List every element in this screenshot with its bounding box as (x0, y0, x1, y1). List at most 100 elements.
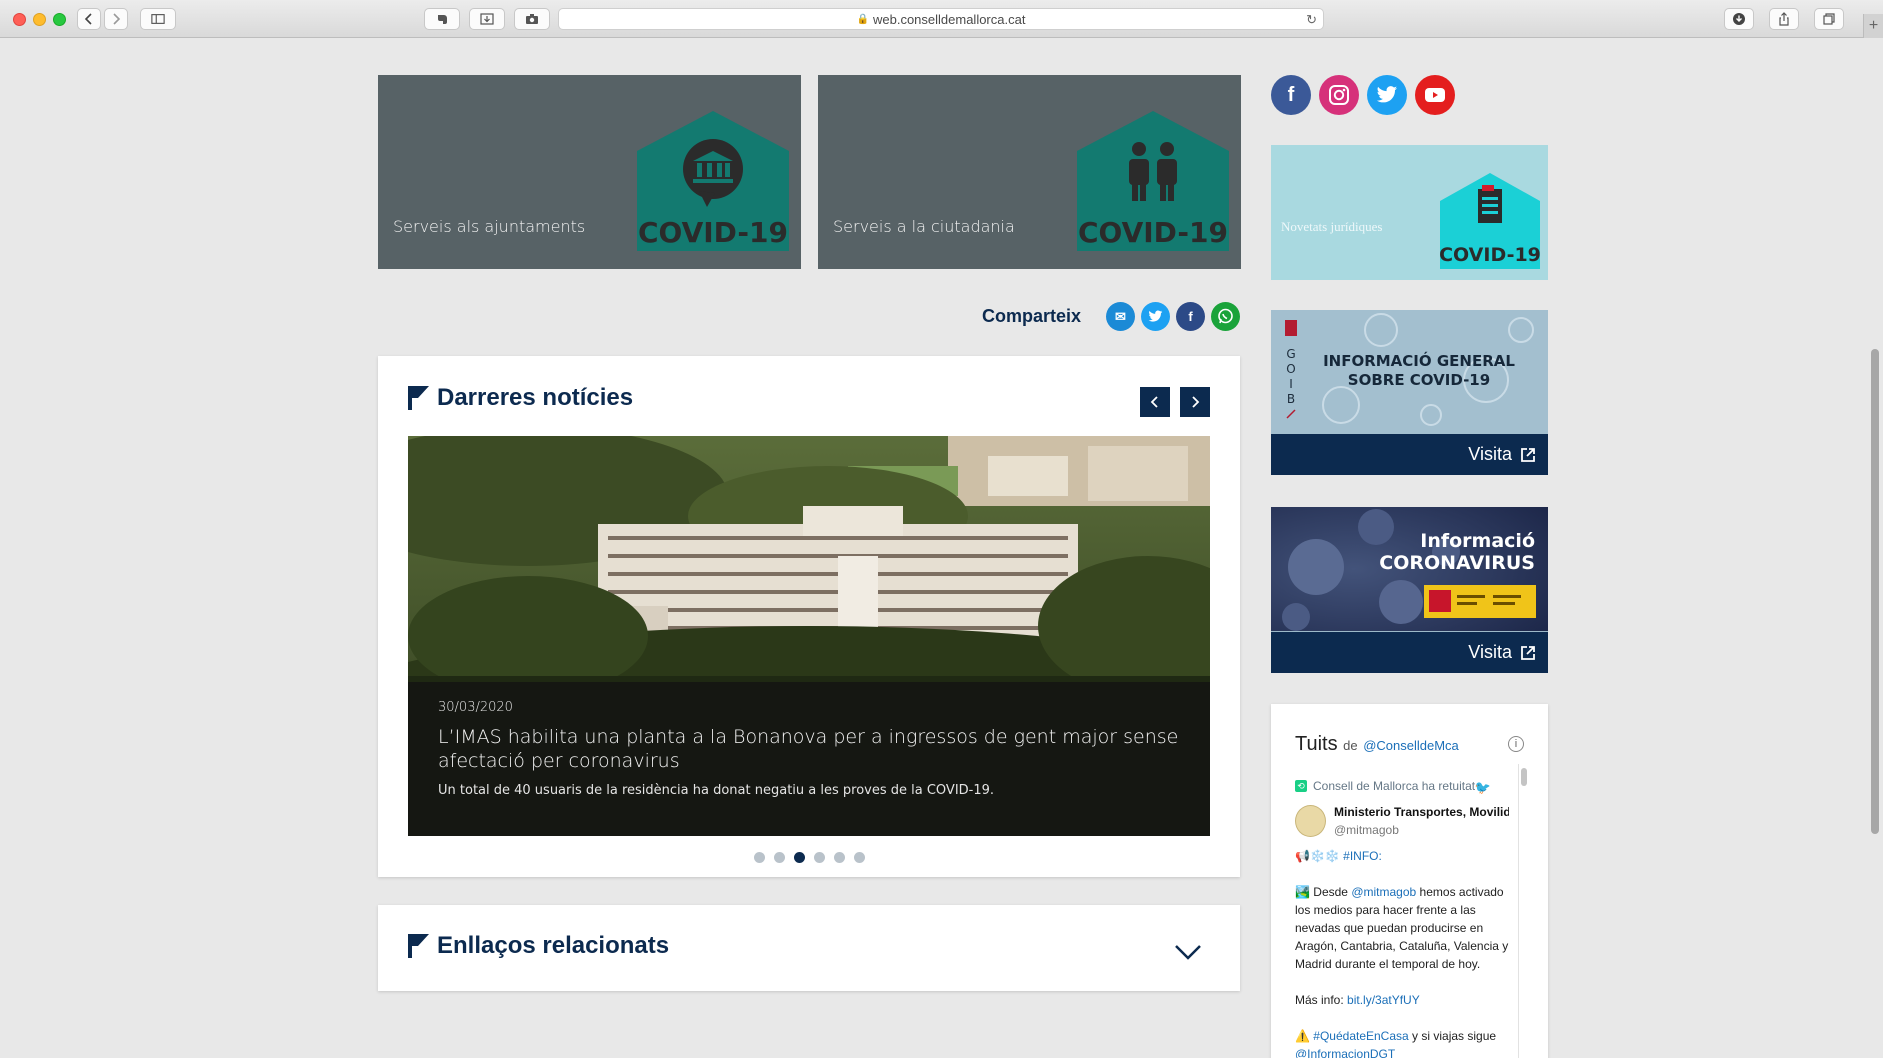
tile-label: Novetats jurídiques (1281, 219, 1383, 234)
carousel-dot-2[interactable] (773, 852, 785, 863)
news-caption: 30/03/2020 L’IMAS habilita una planta a … (408, 682, 1210, 836)
share-label: Comparteix (982, 306, 1082, 326)
screenshot-extension-button[interactable] (514, 8, 550, 30)
tweet-author-name[interactable]: Ministerio Transportes, Movilid (1334, 803, 1509, 821)
browser-toolbar: 🔒 web.conselldemallorca.cat ↻ + (0, 0, 1883, 38)
warning-icon: ⚠️ (1295, 1029, 1310, 1043)
carousel-dot-1[interactable] (753, 852, 765, 863)
tile-serveis-ciutadania[interactable]: Serveis a la ciutadania COVID-19 (818, 75, 1241, 269)
news-headline[interactable]: L’IMAS habilita una planta a la Bonanova… (438, 725, 1180, 773)
web-page: Serveis als ajuntaments COVID-19 Serveis… (0, 39, 1883, 1058)
related-links-title: Enllaços relacionats (437, 932, 670, 959)
reload-icon[interactable]: ↻ (1306, 12, 1317, 28)
share-facebook-button[interactable]: f (1176, 302, 1205, 331)
download-extension-button[interactable] (469, 8, 505, 30)
share-browser-button[interactable] (1769, 8, 1799, 30)
news-section-title: Darreres notícies (437, 384, 634, 411)
youtube-link[interactable] (1415, 75, 1455, 115)
visita-link[interactable]: Visita (1271, 434, 1548, 475)
address-bar[interactable]: 🔒 web.conselldemallorca.cat ↻ (558, 8, 1324, 30)
news-slide[interactable]: 30/03/2020 L’IMAS habilita una planta a … (408, 436, 1210, 836)
share-email-button[interactable]: ✉ (1106, 302, 1135, 331)
tweet-author[interactable]: Ministerio Transportes, Movilid @mitmago… (1295, 803, 1509, 839)
whatsapp-icon (1218, 308, 1233, 324)
carousel-dot-3[interactable] (793, 852, 805, 863)
svg-text:SOBRE COVID-19: SOBRE COVID-19 (1348, 371, 1490, 389)
zoom-window-button[interactable] (53, 13, 66, 26)
banner-informacio-general[interactable]: G O I B INFORMACIÓ GENERAL SOBRE COVID-1… (1271, 310, 1548, 475)
chevron-left-icon (1150, 396, 1158, 408)
covid-house-icon: COVID-19 (1439, 173, 1541, 269)
carousel-prev-button[interactable] (1140, 387, 1170, 417)
twitter-widget-scrollbar[interactable] (1518, 764, 1528, 1058)
evernote-extension-button[interactable] (424, 8, 460, 30)
news-summary: Un total de 40 usuaris de la residència … (438, 783, 995, 798)
back-button[interactable] (77, 8, 101, 30)
news-card: Darreres notícies 30/03/2020 L’IMAS habi… (378, 356, 1240, 877)
twitter-widget-title: Tuits de @ConselldeMca (1295, 733, 1459, 755)
landscape-icon: 🏞️ (1295, 885, 1310, 899)
twitter-bird-icon (1376, 86, 1398, 103)
tweet-author-handle[interactable]: @mitmagob (1334, 821, 1509, 839)
facebook-icon: f (1188, 309, 1193, 324)
retweet-indicator: ⟲ Consell de Mallorca ha retuitat 🐦 (1295, 777, 1509, 795)
info-icon[interactable]: i (1508, 736, 1524, 752)
related-links-card[interactable]: Enllaços relacionats (378, 905, 1240, 991)
camera-icon (526, 14, 538, 24)
new-tab-button[interactable]: + (1863, 14, 1883, 38)
tweet: ⟲ Consell de Mallorca ha retuitat 🐦 Mini… (1295, 777, 1509, 1058)
tabs-icon (1823, 13, 1835, 25)
close-window-button[interactable] (13, 13, 26, 26)
instagram-icon (1329, 85, 1349, 105)
megaphone-icon: 📢❄️❄️ (1295, 849, 1340, 863)
carousel-next-button[interactable] (1180, 387, 1210, 417)
email-icon: ✉ (1115, 308, 1126, 324)
external-link-icon (1521, 447, 1535, 462)
sidebar-icon (151, 14, 165, 24)
youtube-play-icon (1425, 88, 1445, 102)
carousel-dot-5[interactable] (833, 852, 845, 863)
minimize-window-button[interactable] (33, 13, 46, 26)
tweet-line-2: 🏞️ Desde @mitmagob hemos activado los me… (1295, 885, 1509, 971)
visita-link[interactable]: Visita (1271, 632, 1548, 673)
forward-button[interactable] (104, 8, 128, 30)
download-circle-icon (1733, 13, 1745, 25)
retweet-icon: ⟲ (1295, 780, 1307, 792)
svg-text:B: B (1287, 392, 1295, 406)
virus-background-image: G O I B INFORMACIÓ GENERAL SOBRE COVID-1… (1271, 310, 1548, 434)
visita-label: Visita (1468, 444, 1512, 464)
carousel-dot-4[interactable] (813, 852, 825, 863)
tabs-overview-button[interactable] (1814, 8, 1844, 30)
elephant-icon (438, 15, 447, 24)
chevron-down-icon[interactable] (1174, 943, 1202, 961)
avatar[interactable] (1295, 805, 1326, 837)
svg-text:COVID-19: COVID-19 (638, 216, 788, 249)
carousel-dot-6[interactable] (853, 852, 865, 863)
tile-novetats-juridiques[interactable]: Novetats jurídiques COVID-19 (1271, 145, 1548, 280)
flag-logo-icon (408, 386, 429, 410)
facebook-link[interactable]: f (1271, 75, 1311, 115)
lock-icon: 🔒 (856, 13, 869, 25)
svg-text:CORONAVIRUS: CORONAVIRUS (1379, 552, 1535, 574)
tile-serveis-ajuntaments[interactable]: Serveis als ajuntaments COVID-19 (378, 75, 801, 269)
page-scrollbar[interactable] (1871, 349, 1879, 834)
twitter-widget-by: de (1343, 738, 1358, 753)
chevron-right-icon (113, 13, 121, 25)
share-whatsapp-button[interactable] (1211, 302, 1240, 331)
downloads-button[interactable] (1724, 8, 1754, 30)
banner-informacio-coronavirus[interactable]: Informació CORONAVIRUS Visita (1271, 507, 1548, 673)
share-twitter-button[interactable] (1141, 302, 1170, 331)
twitter-bird-icon: 🐦 (1474, 780, 1491, 795)
twitter-link[interactable] (1367, 75, 1407, 115)
twitter-widget-handle[interactable]: @ConselldeMca (1363, 738, 1459, 753)
tile-label: Serveis a la ciutadania (833, 217, 1015, 236)
covid-house-icon: COVID-19 (637, 111, 789, 251)
instagram-link[interactable] (1319, 75, 1359, 115)
carousel-dots (378, 852, 1240, 863)
news-section-heading: Darreres notícies (408, 384, 633, 412)
url-text: web.conselldemallorca.cat (872, 11, 1026, 27)
sidebar-toggle-button[interactable] (140, 8, 176, 30)
svg-text:COVID-19: COVID-19 (1078, 216, 1228, 249)
svg-text:INFORMACIÓ GENERAL: INFORMACIÓ GENERAL (1323, 351, 1515, 370)
chevron-right-icon (1192, 396, 1200, 408)
